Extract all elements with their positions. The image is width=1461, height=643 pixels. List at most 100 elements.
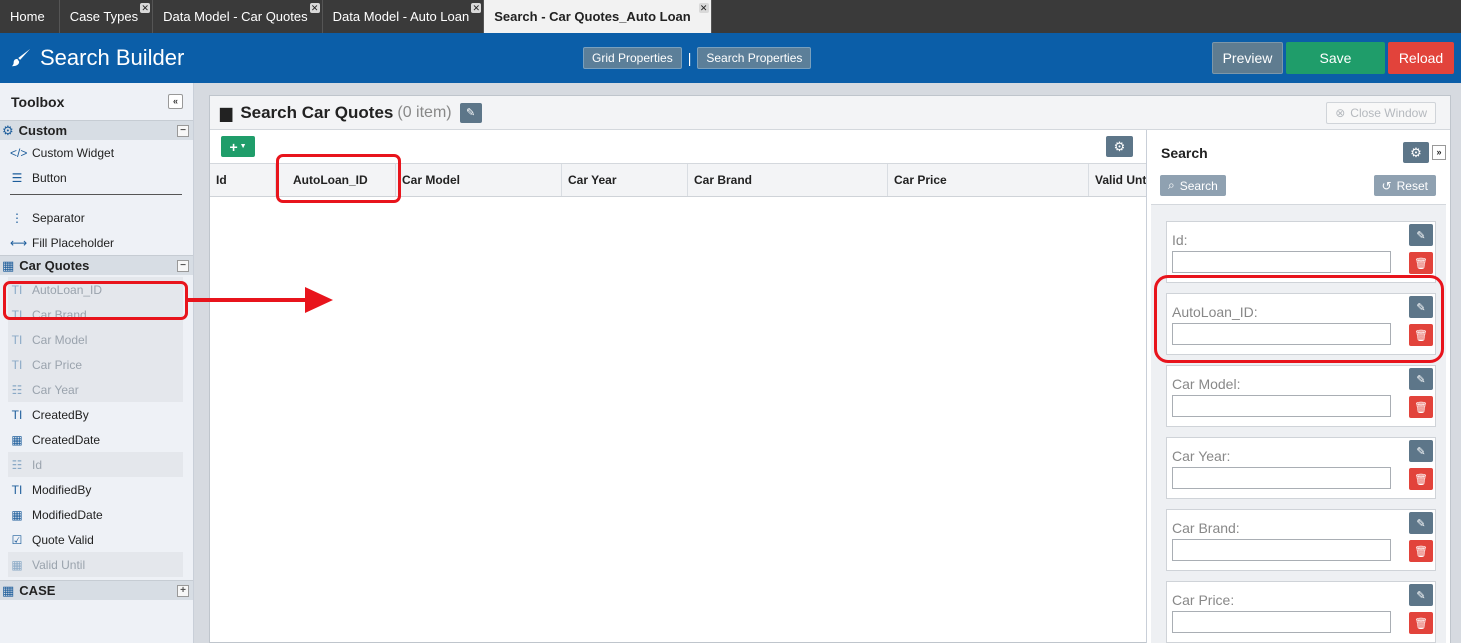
toolbox-item-car-year[interactable]: ☷ Car Year (8, 377, 183, 402)
column-header-id[interactable]: Id (210, 164, 276, 196)
search-button[interactable]: ⌕ Search (1160, 175, 1226, 196)
delete-field-button[interactable]: 🗑 (1409, 540, 1433, 562)
results-grid: + ▼ ⚙ Id AutoLoan_ID Car Model Car Year C… (210, 130, 1147, 643)
gears-icon: ⚙ (2, 122, 14, 138)
tab-case-types[interactable]: Case Types ✕ (60, 0, 154, 33)
field-label: Car Price: (1172, 592, 1235, 608)
item-label: Custom Widget (32, 145, 115, 160)
field-label: Car Brand: (1172, 520, 1240, 536)
close-icon[interactable]: ✕ (698, 3, 709, 13)
toolbox-item-valid-until[interactable]: ▦ Valid Until (8, 552, 183, 577)
search-settings-button[interactable]: ⚙ (1403, 142, 1429, 163)
item-label: Fill Placeholder (32, 235, 115, 250)
pencil-icon: ✎ (466, 107, 476, 119)
expand-icon[interactable]: + (177, 584, 189, 597)
car-price-input[interactable] (1172, 611, 1391, 633)
search-fields: Id: ✎ 🗑 AutoLoan_ID: ✎ 🗑 Car Model: ✎ 🗑 … (1151, 204, 1446, 643)
toolbox-item-id[interactable]: ☷ Id (8, 452, 183, 477)
column-header-car-price[interactable]: Car Price (888, 164, 1089, 196)
annotation-grid-autoloan-id (276, 154, 401, 203)
tab-search-car-quotes-auto-loan[interactable]: Search - Car Quotes_Auto Loan ✕ (484, 0, 712, 33)
divider (10, 194, 182, 195)
delete-field-button[interactable]: 🗑 (1409, 612, 1433, 634)
item-label: ModifiedDate (32, 507, 103, 522)
toolbox-item-modified-by[interactable]: TI ModifiedBy (0, 477, 193, 502)
toolbox-item-button[interactable]: ☰ Button (0, 165, 193, 190)
toolbox-group-custom[interactable]: ⚙ Custom − (0, 120, 193, 140)
pencil-icon: ✎ (1416, 589, 1426, 602)
numbered-list-icon: ☷ (11, 457, 23, 472)
pencil-icon: ✎ (1416, 517, 1426, 530)
annotation-search-autoloan-id (1154, 275, 1444, 363)
preview-button[interactable]: Preview (1212, 42, 1283, 74)
save-button[interactable]: Save (1286, 42, 1385, 74)
toolbox-item-fill-placeholder[interactable]: ⟷ Fill Placeholder (0, 230, 193, 255)
reload-button[interactable]: Reload (1388, 42, 1454, 74)
expand-right-icon[interactable]: » (1432, 145, 1446, 160)
edit-field-button[interactable]: ✎ (1409, 440, 1433, 462)
item-label: Separator (32, 210, 85, 225)
close-icon[interactable]: ✕ (309, 3, 320, 13)
item-label: Car Model (32, 332, 88, 347)
reset-button[interactable]: ↺ Reset (1373, 175, 1436, 196)
toolbox: Toolbox « ⚙ Custom − </> Custom Widget ☰ Bu… (0, 83, 194, 643)
toolbox-item-quote-valid[interactable]: ☑ Quote Valid (0, 527, 193, 552)
car-model-input[interactable] (1172, 395, 1391, 417)
field-label: Car Year: (1172, 448, 1231, 464)
toolbox-group-case[interactable]: ▦ CASE + (0, 580, 193, 600)
delete-field-button[interactable]: 🗑 (1409, 396, 1433, 418)
caret-down-icon: ▼ (239, 143, 247, 150)
app-brand: Search Builder (10, 45, 184, 71)
panel-header: ▆ Search Car Quotes (0 item) ✎ ⊗ Close Wi… (210, 96, 1450, 130)
gears-icon: ⚙ (1410, 144, 1422, 160)
grid-settings-button[interactable]: ⚙ (1106, 136, 1133, 157)
edit-field-button[interactable]: ✎ (1409, 584, 1433, 606)
edit-field-button[interactable]: ✎ (1409, 512, 1433, 534)
tab-home[interactable]: Home (0, 0, 60, 33)
close-window-button[interactable]: ⊗ Close Window (1326, 102, 1436, 124)
item-label: Car Price (32, 357, 83, 372)
collapse-icon[interactable]: − (177, 124, 189, 137)
edit-field-button[interactable]: ✎ (1409, 224, 1433, 246)
car-brand-input[interactable] (1172, 539, 1391, 561)
id-input[interactable] (1172, 251, 1391, 273)
pencil-icon: ✎ (1416, 229, 1426, 242)
toolbox-group-car-quotes[interactable]: ▦ Car Quotes − (0, 255, 193, 275)
column-header-car-brand[interactable]: Car Brand (688, 164, 888, 196)
toolbox-item-created-date[interactable]: ▦ CreatedDate (0, 427, 193, 452)
collapse-left-icon[interactable]: « (168, 94, 183, 109)
collapse-icon[interactable]: − (177, 259, 189, 272)
toolbox-item-car-model[interactable]: TI Car Model (8, 327, 183, 352)
car-year-input[interactable] (1172, 467, 1391, 489)
tab-data-model-car-quotes[interactable]: Data Model - Car Quotes ✕ (153, 0, 323, 33)
code-icon: </> (10, 145, 28, 160)
delete-field-button[interactable]: 🗑 (1409, 468, 1433, 490)
search-properties-button[interactable]: Search Properties (697, 47, 812, 69)
text-field-icon: TI (11, 332, 23, 347)
grid-properties-button[interactable]: Grid Properties (583, 47, 682, 69)
item-label: ModifiedBy (32, 482, 92, 497)
edit-title-button[interactable]: ✎ (459, 102, 482, 123)
toolbox-item-custom-widget[interactable]: </> Custom Widget (0, 140, 193, 165)
column-header-car-year[interactable]: Car Year (562, 164, 688, 196)
toolbox-item-car-price[interactable]: TI Car Price (8, 352, 183, 377)
close-icon[interactable]: ✕ (140, 3, 151, 13)
column-header-car-model[interactable]: Car Model (396, 164, 562, 196)
tab-label: Search - Car Quotes_Auto Loan (494, 9, 691, 24)
annotation-arrow (187, 287, 333, 313)
tab-data-model-auto-loan[interactable]: Data Model - Auto Loan ✕ (323, 0, 485, 33)
toolbox-item-created-by[interactable]: TI CreatedBy (0, 402, 193, 427)
tab-label: Case Types (69, 9, 139, 24)
close-icon[interactable]: ✕ (471, 3, 482, 13)
search-field-car-price: Car Price: ✎ 🗑 (1166, 581, 1436, 643)
delete-field-button[interactable]: 🗑 (1409, 252, 1433, 274)
field-label: Id: (1172, 232, 1188, 248)
group-label: Custom (18, 123, 68, 138)
toolbox-item-modified-date[interactable]: ▦ ModifiedDate (0, 502, 193, 527)
add-column-button[interactable]: + ▼ (221, 136, 255, 157)
app-header: Search Builder Grid Properties | Search … (0, 33, 1461, 83)
reset-button-label: Reset (1396, 178, 1428, 193)
column-header-valid-until[interactable]: Valid Until (1089, 164, 1146, 196)
edit-field-button[interactable]: ✎ (1409, 368, 1433, 390)
toolbox-item-separator[interactable]: ⋮ Separator (0, 205, 193, 230)
